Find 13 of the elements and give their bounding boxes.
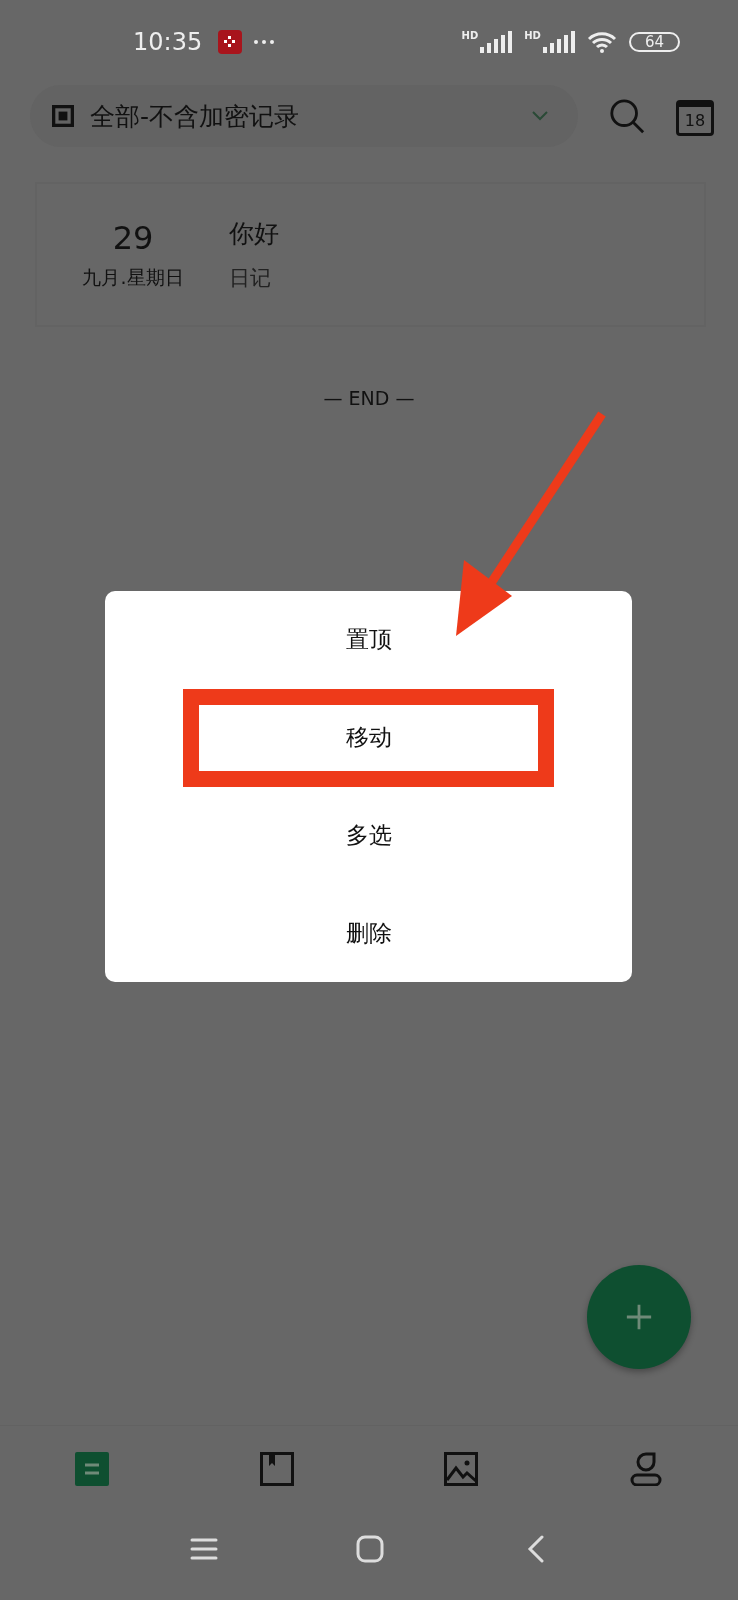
entry-title: 你好: [229, 218, 279, 250]
hd-label: HD: [461, 30, 479, 41]
entry-category: 日记: [229, 265, 272, 292]
end-label: — END —: [323, 387, 415, 409]
menu-item[interactable]: 移动: [183, 688, 554, 787]
battery-level: 64: [628, 32, 680, 52]
menu-item[interactable]: 多选: [183, 786, 554, 885]
hd-label: HD: [524, 30, 541, 41]
entry-date: 九月.星期日: [82, 264, 184, 290]
menu-item[interactable]: 删除: [183, 884, 554, 982]
menu-item[interactable]: 置顶: [183, 591, 554, 689]
entry-day: 29: [112, 218, 154, 257]
status-time: 10:35: [133, 28, 203, 56]
